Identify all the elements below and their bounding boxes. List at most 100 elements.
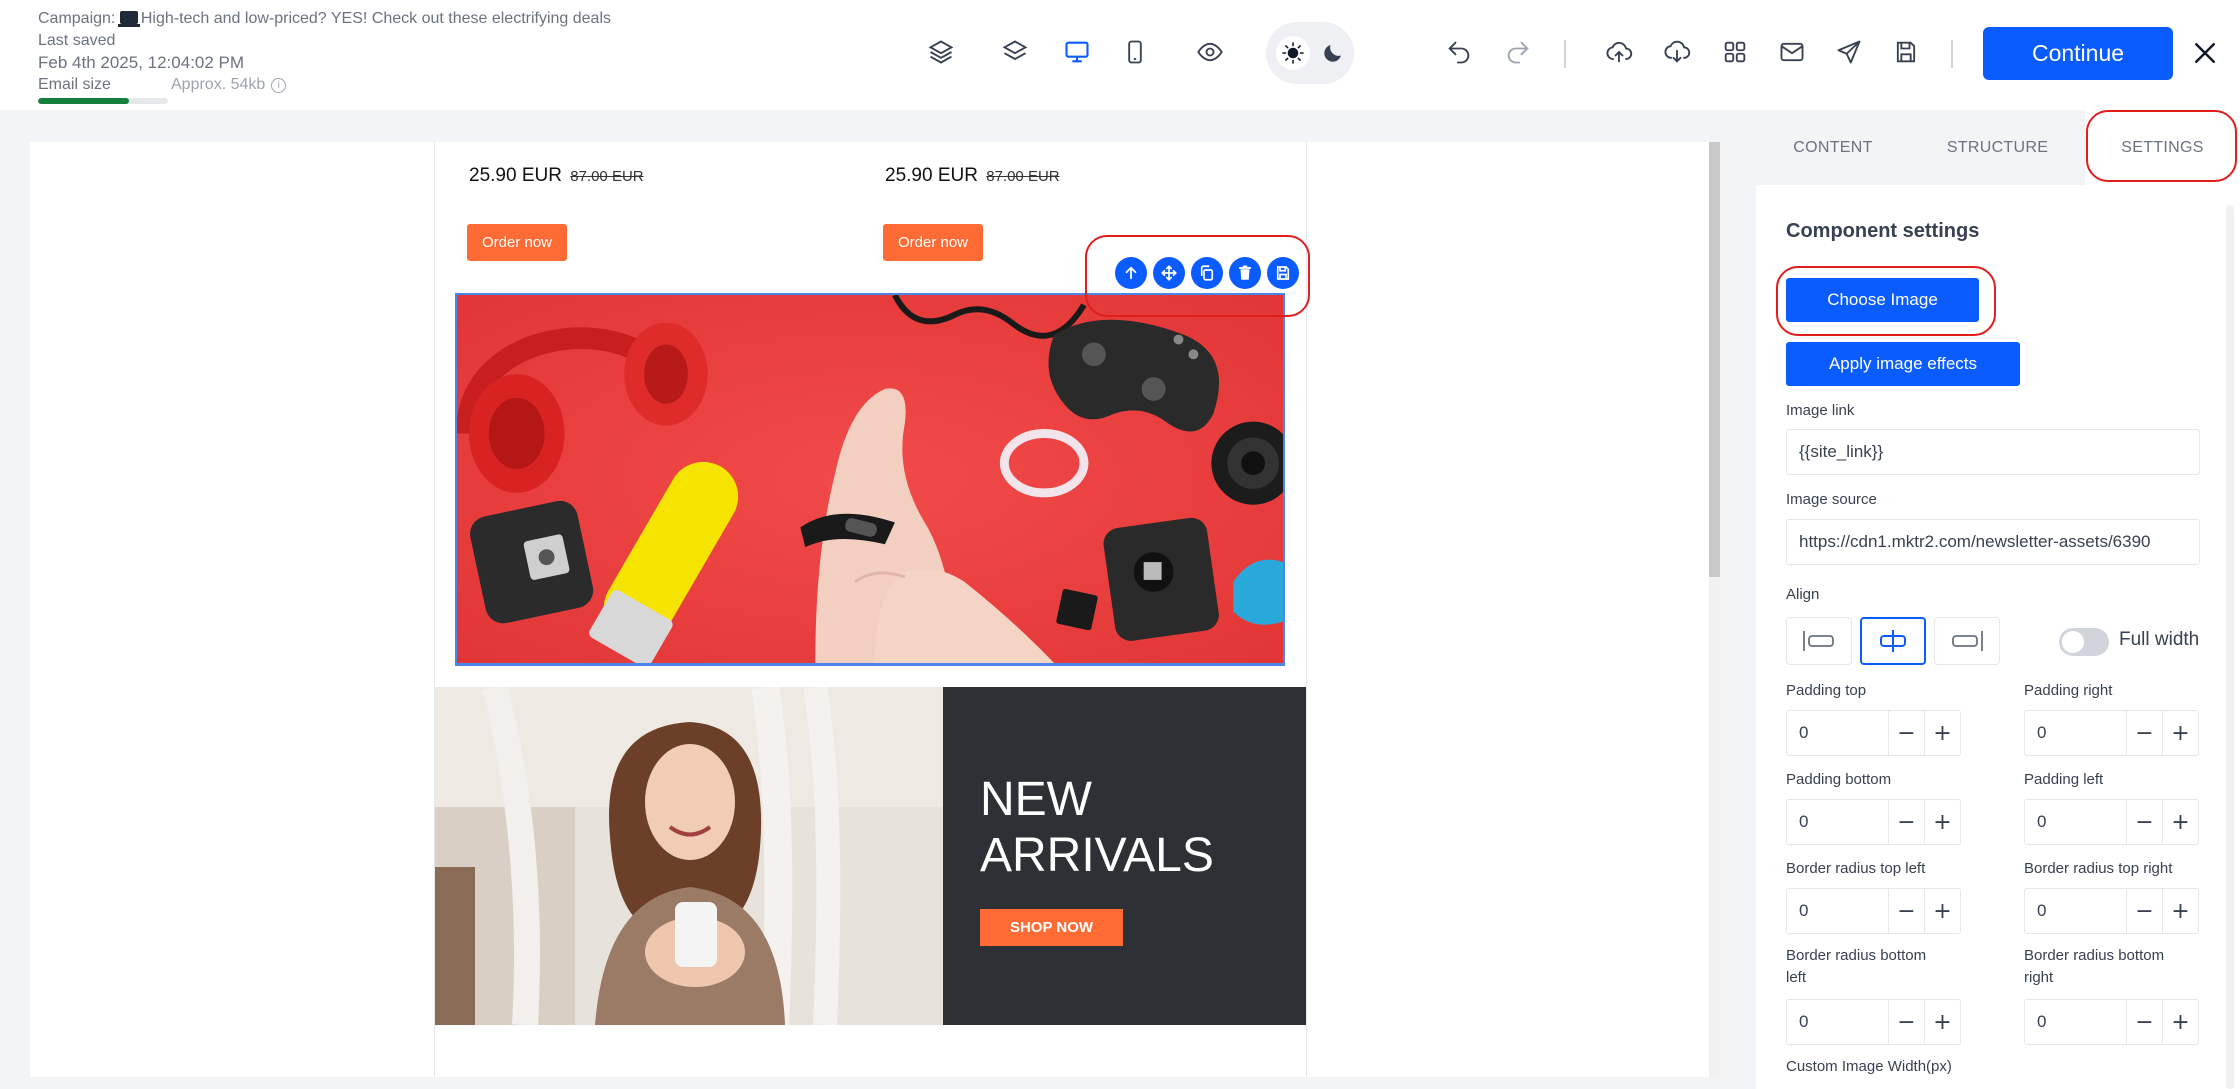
save-block-icon[interactable]: [1267, 257, 1299, 289]
minus-icon[interactable]: −: [1888, 800, 1924, 844]
align-center-button[interactable]: [1860, 617, 1926, 665]
toolbar-divider: [1951, 40, 1953, 68]
align-buttons: [1786, 617, 2000, 665]
tab-content[interactable]: CONTENT: [1756, 110, 1910, 185]
mail-icon[interactable]: [1776, 36, 1808, 68]
br-top-right-label: Border radius top right: [2024, 860, 2173, 877]
minus-icon[interactable]: −: [1888, 889, 1924, 933]
redo-icon[interactable]: [1502, 36, 1534, 68]
new-arrivals-banner[interactable]: NEW ARRIVALS SHOP NOW: [435, 687, 1306, 1025]
duplicate-icon[interactable]: [1191, 257, 1223, 289]
toolbar-divider: [1564, 40, 1566, 68]
top-bar: Campaign: High-tech and low-priced? YES!…: [0, 0, 2240, 110]
br-top-right-stepper[interactable]: 0 − +: [2024, 888, 2199, 934]
last-saved-label: Last saved: [38, 32, 116, 49]
email-size-approx: Approx. 54kb i: [171, 76, 287, 94]
image-link-input[interactable]: [1786, 429, 2200, 475]
minus-icon[interactable]: −: [2126, 711, 2162, 755]
minus-icon[interactable]: −: [1888, 1000, 1924, 1044]
moon-icon[interactable]: [1316, 36, 1350, 70]
full-width-label: Full width: [2119, 629, 2200, 650]
shop-now-button[interactable]: SHOP NOW: [980, 909, 1123, 946]
upload-icon[interactable]: [1603, 36, 1635, 68]
preview-eye-icon[interactable]: [1194, 36, 1226, 68]
plus-icon[interactable]: +: [1924, 711, 1960, 755]
choose-image-button[interactable]: Choose Image: [1786, 278, 1979, 322]
image-block-bottom-border: [455, 660, 1285, 666]
settings-panel: CONTENT STRUCTURE SETTINGS Component set…: [1756, 110, 2240, 1089]
image-source-input[interactable]: [1786, 519, 2200, 565]
padding-left-stepper[interactable]: 0 − +: [2024, 799, 2199, 845]
plus-icon[interactable]: +: [1924, 800, 1960, 844]
apply-image-effects-button[interactable]: Apply image effects: [1786, 342, 2020, 386]
layers-stack-icon[interactable]: [925, 36, 957, 68]
padding-left-label: Padding left: [2024, 771, 2104, 788]
padding-right-value[interactable]: 0: [2025, 711, 2126, 755]
campaign-name: Campaign: High-tech and low-priced? YES!…: [38, 10, 612, 27]
continue-button[interactable]: Continue: [1983, 27, 2173, 80]
download-icon[interactable]: [1661, 36, 1693, 68]
br-bottom-right-value[interactable]: 0: [2025, 1000, 2126, 1044]
editor-canvas[interactable]: 25.90 EUR 87.00 EUR 25.90 EUR 87.00 EUR …: [30, 142, 1711, 1077]
grid-icon[interactable]: [1719, 36, 1751, 68]
undo-icon[interactable]: [1443, 36, 1475, 68]
plus-icon[interactable]: +: [2162, 1000, 2198, 1044]
drag-icon[interactable]: [1153, 257, 1185, 289]
br-top-left-value[interactable]: 0: [1787, 889, 1888, 933]
desktop-icon[interactable]: [1061, 36, 1093, 68]
plus-icon[interactable]: +: [2162, 711, 2198, 755]
plus-icon[interactable]: +: [1924, 889, 1960, 933]
padding-top-value[interactable]: 0: [1787, 711, 1888, 755]
minus-icon[interactable]: −: [2126, 1000, 2162, 1044]
component-settings-title: Component settings: [1786, 220, 1980, 242]
tab-structure[interactable]: STRUCTURE: [1910, 110, 2085, 185]
padding-top-stepper[interactable]: 0 − +: [1786, 710, 1961, 756]
mobile-icon[interactable]: [1119, 36, 1151, 68]
br-top-right-value[interactable]: 0: [2025, 889, 2126, 933]
padding-right-stepper[interactable]: 0 − +: [2024, 710, 2199, 756]
canvas-scroll-thumb[interactable]: [1709, 142, 1720, 577]
plus-icon[interactable]: +: [2162, 889, 2198, 933]
block-toolbar: [1115, 257, 1299, 289]
move-up-icon[interactable]: [1115, 257, 1147, 289]
br-bottom-right-label: Border radius bottom right: [2024, 947, 2165, 986]
br-bottom-left-label: Border radius bottom left: [1786, 947, 1927, 986]
image-source-label: Image source: [1786, 491, 1877, 508]
padding-left-value[interactable]: 0: [2025, 800, 2126, 844]
product-price: 25.90 EUR 87.00 EUR: [469, 165, 644, 186]
old-price: 87.00 EUR: [570, 168, 644, 185]
br-bottom-right-stepper[interactable]: 0 − +: [2024, 999, 2199, 1045]
product-price: 25.90 EUR 87.00 EUR: [885, 165, 1060, 186]
canvas-scrollbar[interactable]: [1709, 142, 1720, 1077]
padding-bottom-label: Padding bottom: [1786, 771, 1892, 788]
align-left-button[interactable]: [1786, 617, 1852, 665]
delete-icon[interactable]: [1229, 257, 1261, 289]
send-icon[interactable]: [1833, 36, 1865, 68]
banner-title: NEW ARRIVALS: [980, 773, 1214, 882]
tab-settings[interactable]: SETTINGS: [2085, 110, 2240, 185]
padding-bottom-value[interactable]: 0: [1787, 800, 1888, 844]
minus-icon[interactable]: −: [2126, 889, 2162, 933]
theme-toggle[interactable]: [1266, 22, 1354, 84]
close-icon[interactable]: [2190, 38, 2220, 68]
info-icon[interactable]: i: [271, 77, 287, 93]
panel-scrollbar[interactable]: [2226, 205, 2234, 1089]
order-now-button[interactable]: Order now: [883, 224, 983, 261]
order-now-button[interactable]: Order now: [467, 224, 567, 261]
br-bottom-left-stepper[interactable]: 0 − +: [1786, 999, 1961, 1045]
full-width-toggle[interactable]: [2059, 628, 2109, 656]
email-body: 25.90 EUR 87.00 EUR 25.90 EUR 87.00 EUR …: [434, 142, 1307, 1077]
sun-icon[interactable]: [1276, 36, 1310, 70]
padding-bottom-stepper[interactable]: 0 − +: [1786, 799, 1961, 845]
minus-icon[interactable]: −: [2126, 800, 2162, 844]
panel-tabs: CONTENT STRUCTURE SETTINGS: [1756, 110, 2240, 185]
selected-image-block[interactable]: [455, 293, 1285, 665]
align-right-button[interactable]: [1934, 617, 2000, 665]
plus-icon[interactable]: +: [1924, 1000, 1960, 1044]
layers-icon[interactable]: [999, 36, 1031, 68]
plus-icon[interactable]: +: [2162, 800, 2198, 844]
br-bottom-left-value[interactable]: 0: [1787, 1000, 1888, 1044]
br-top-left-stepper[interactable]: 0 − +: [1786, 888, 1961, 934]
minus-icon[interactable]: −: [1888, 711, 1924, 755]
save-icon[interactable]: [1890, 36, 1922, 68]
